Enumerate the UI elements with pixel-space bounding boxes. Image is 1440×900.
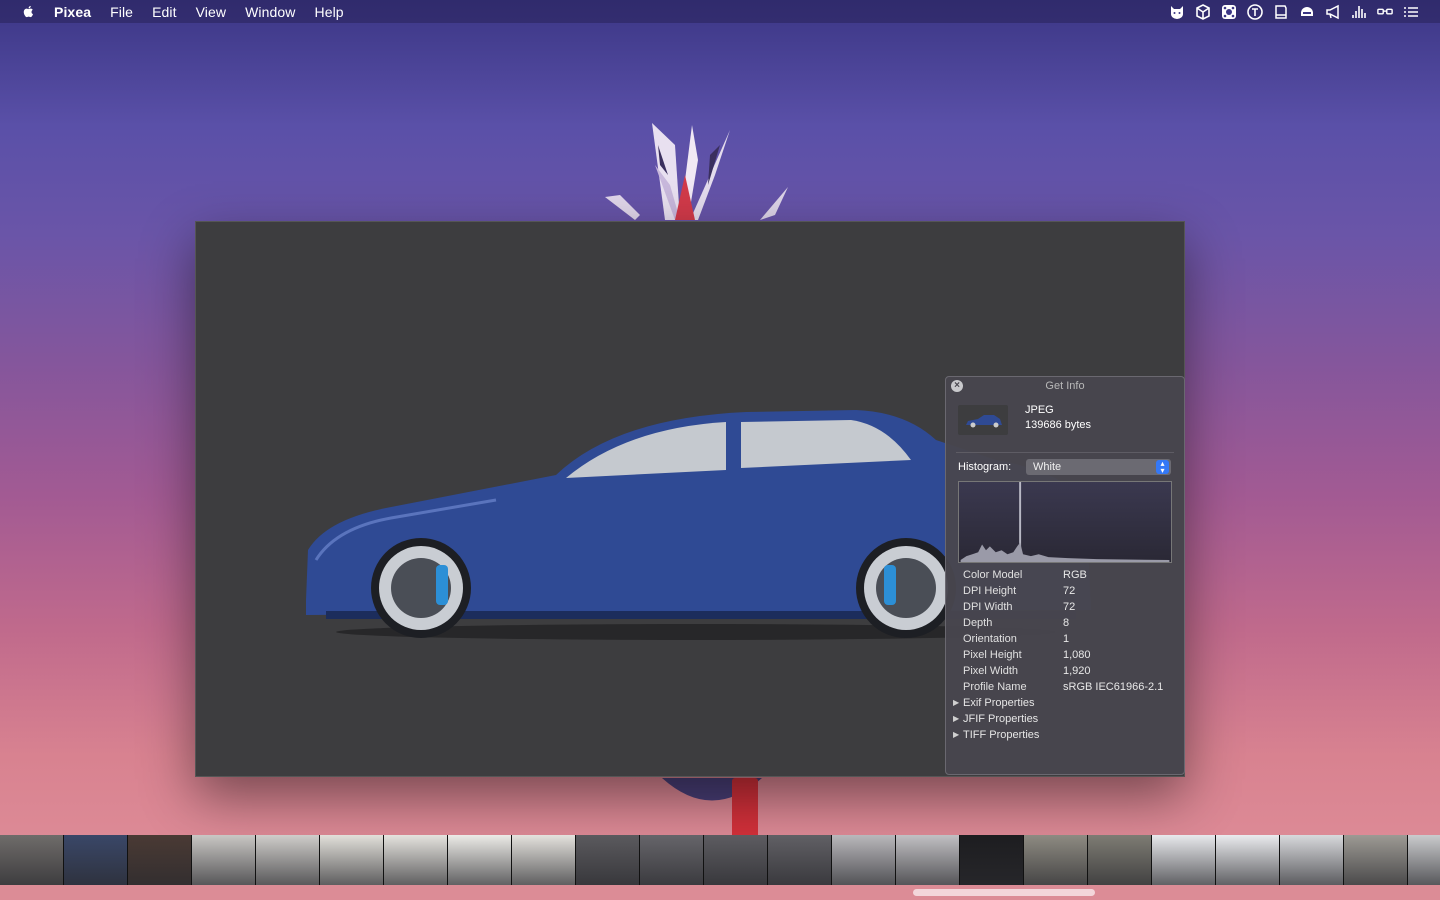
filmstrip-thumbnail[interactable] xyxy=(1216,835,1280,885)
thumbnail-filmstrip[interactable] xyxy=(0,835,1440,885)
get-info-panel: × Get Info JPEG 139686 bytes Histogram: … xyxy=(945,376,1185,775)
glasses-icon[interactable] xyxy=(1376,3,1394,20)
group-label: TIFF Properties xyxy=(963,729,1040,741)
filmstrip-thumbnail[interactable] xyxy=(1344,835,1408,885)
equalizer-icon[interactable] xyxy=(1350,3,1368,20)
property-key: Color Model xyxy=(963,569,1023,581)
book-icon[interactable] xyxy=(1272,3,1290,20)
cube-icon[interactable] xyxy=(1194,3,1212,20)
filmstrip-thumbnail[interactable] xyxy=(64,835,128,885)
property-key: Pixel Width xyxy=(963,665,1019,677)
wallpaper-plant-stem xyxy=(732,778,758,838)
apple-icon[interactable] xyxy=(20,4,36,20)
histogram-selected-option: White xyxy=(1033,461,1062,473)
filmstrip-thumbnail[interactable] xyxy=(768,835,832,885)
group-jfif[interactable]: ▶ JFIF Properties xyxy=(953,711,1183,727)
filmstrip-thumbnail[interactable] xyxy=(832,835,896,885)
menu-edit[interactable]: Edit xyxy=(152,4,177,20)
property-value: 1,080 xyxy=(1063,649,1091,661)
property-row: DPI Height 72 xyxy=(963,583,1183,599)
filmstrip-thumbnail[interactable] xyxy=(1152,835,1216,885)
disclosure-triangle-icon: ▶ xyxy=(953,714,960,723)
menu-window[interactable]: Window xyxy=(245,4,295,20)
menu-bar: Pixea File Edit View Window Help xyxy=(0,0,1440,23)
property-row: Orientation 1 xyxy=(963,631,1183,647)
property-row: Pixel Height 1,080 xyxy=(963,647,1183,663)
filmstrip-thumbnail[interactable] xyxy=(896,835,960,885)
list-icon[interactable] xyxy=(1402,3,1420,20)
property-value: 72 xyxy=(1063,585,1076,597)
cat-face-icon[interactable] xyxy=(1168,3,1186,20)
property-row: Pixel Width 1,920 xyxy=(963,663,1183,679)
file-size: 139686 bytes xyxy=(1025,419,1092,431)
property-key: Profile Name xyxy=(963,681,1027,693)
filmstrip-thumbnail[interactable] xyxy=(0,835,64,885)
property-key: Pixel Height xyxy=(963,649,1022,661)
property-key: Orientation xyxy=(963,633,1017,645)
menu-app-name[interactable]: Pixea xyxy=(54,4,91,20)
disclosure-triangle-icon: ▶ xyxy=(953,730,960,739)
filmstrip-thumbnail[interactable] xyxy=(960,835,1024,885)
filmstrip-thumbnail[interactable] xyxy=(576,835,640,885)
menu-file[interactable]: File xyxy=(110,4,133,20)
filmstrip-thumbnail[interactable] xyxy=(192,835,256,885)
filmstrip-scroll-thumb[interactable] xyxy=(913,889,1095,896)
filmstrip-thumbnail[interactable] xyxy=(640,835,704,885)
filmstrip-thumbnail[interactable] xyxy=(512,835,576,885)
t-circle-icon[interactable] xyxy=(1246,3,1264,20)
property-value: 72 xyxy=(1063,601,1076,613)
file-format: JPEG xyxy=(1025,404,1054,416)
property-value: RGB xyxy=(1063,569,1087,581)
filmstrip-thumbnail[interactable] xyxy=(256,835,320,885)
property-row: Color Model RGB xyxy=(963,567,1183,583)
divider xyxy=(956,452,1174,453)
helmet-icon[interactable] xyxy=(1298,3,1316,20)
wallpaper-plant-icon xyxy=(605,123,788,220)
panel-title: Get Info xyxy=(1045,380,1085,392)
group-label: JFIF Properties xyxy=(963,713,1039,725)
group-label: Exif Properties xyxy=(963,697,1035,709)
histogram-graph xyxy=(958,481,1172,563)
filmstrip-thumbnail[interactable] xyxy=(448,835,512,885)
filmstrip-thumbnail[interactable] xyxy=(384,835,448,885)
disclosure-triangle-icon: ▶ xyxy=(953,698,960,707)
megaphone-icon[interactable] xyxy=(1324,3,1342,20)
menu-help[interactable]: Help xyxy=(315,4,344,20)
filmstrip-thumbnail[interactable] xyxy=(1408,835,1440,885)
menu-view[interactable]: View xyxy=(196,4,227,20)
histogram-channel-select[interactable]: White ▴ ▾ xyxy=(1026,459,1171,475)
filmstrip-scrollbar[interactable] xyxy=(0,885,1440,900)
property-key: DPI Width xyxy=(963,601,1013,613)
property-value: sRGB IEC61966-2.1 xyxy=(1063,681,1164,693)
group-tiff[interactable]: ▶ TIFF Properties xyxy=(953,727,1183,743)
network-icon[interactable] xyxy=(1220,3,1238,20)
filmstrip-thumbnail[interactable] xyxy=(128,835,192,885)
property-row: Profile Name sRGB IEC61966-2.1 xyxy=(963,679,1183,695)
file-thumbnail xyxy=(958,405,1008,435)
property-row: DPI Width 72 xyxy=(963,599,1183,615)
chevron-updown-icon: ▴ ▾ xyxy=(1156,460,1169,475)
property-value: 8 xyxy=(1063,617,1070,629)
property-key: DPI Height xyxy=(963,585,1017,597)
filmstrip-thumbnail[interactable] xyxy=(1280,835,1344,885)
properties-list: Color Model RGB DPI Height 72 DPI Width 72 … xyxy=(953,567,1183,743)
property-row: Depth 8 xyxy=(963,615,1183,631)
histogram-label: Histogram: xyxy=(958,461,1012,473)
filmstrip-thumbnail[interactable] xyxy=(1088,835,1152,885)
property-key: Depth xyxy=(963,617,993,629)
property-value: 1 xyxy=(1063,633,1070,645)
filmstrip-thumbnail[interactable] xyxy=(320,835,384,885)
group-exif[interactable]: ▶ Exif Properties xyxy=(953,695,1183,711)
filmstrip-thumbnail[interactable] xyxy=(704,835,768,885)
status-menu-icons xyxy=(1168,3,1420,20)
filmstrip-thumbnail[interactable] xyxy=(1024,835,1088,885)
property-value: 1,920 xyxy=(1063,665,1091,677)
